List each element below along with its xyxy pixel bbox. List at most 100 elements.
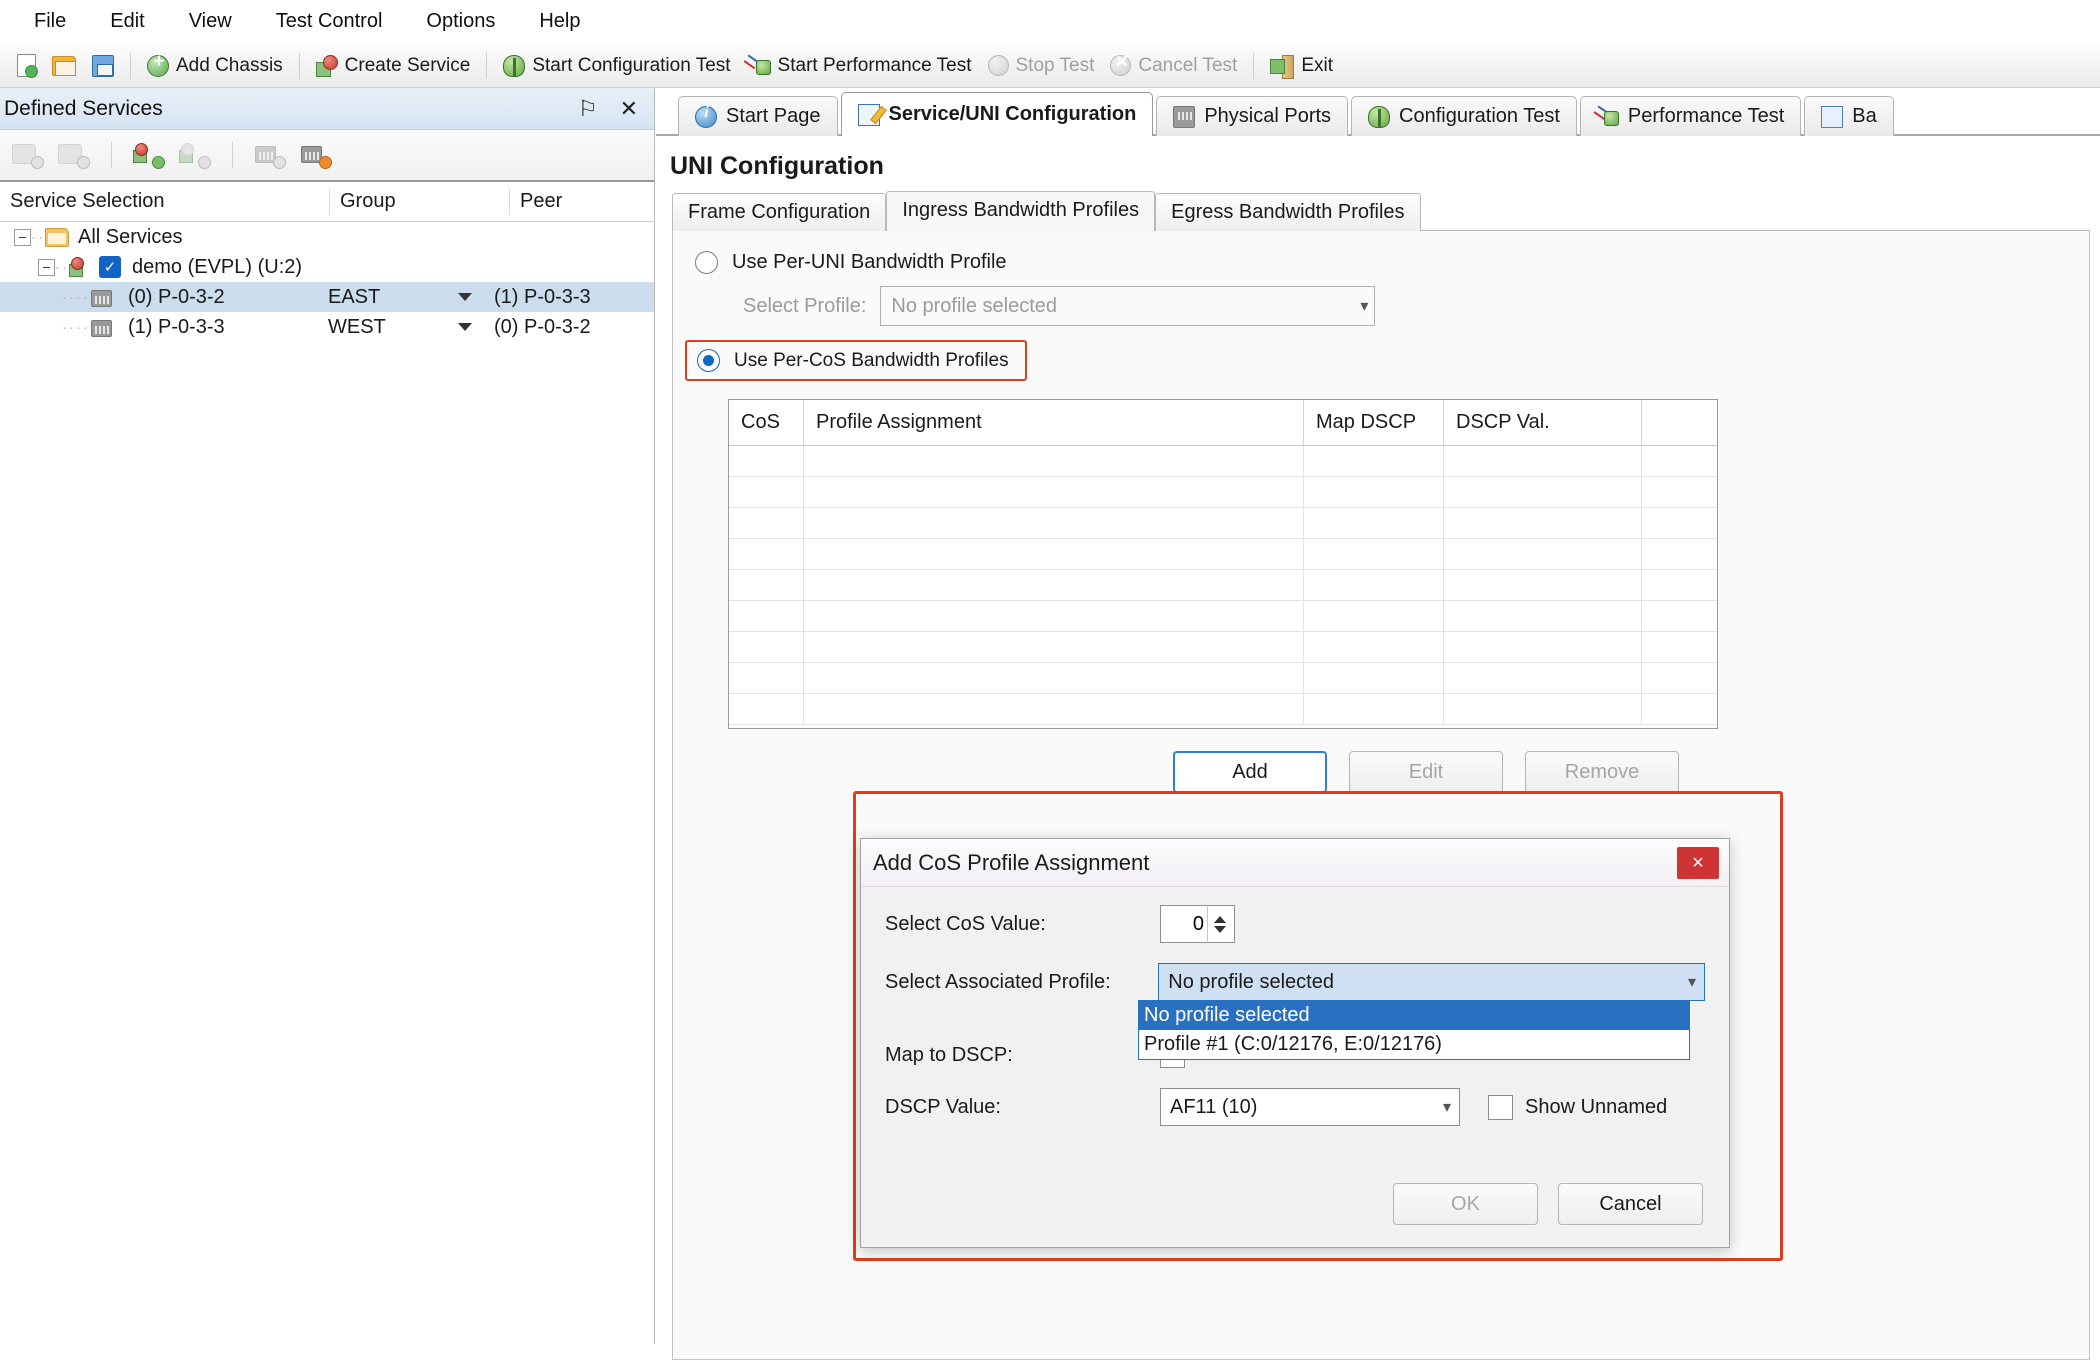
remove-uni-icon[interactable] <box>300 141 332 169</box>
cos-profile-table[interactable]: CoS Profile Assignment Map DSCP DSCP Val… <box>728 399 1718 729</box>
folder-icon <box>45 227 69 247</box>
subtab-egress-bandwidth-profiles[interactable]: Egress Bandwidth Profiles <box>1155 193 1421 231</box>
table-row[interactable] <box>729 508 1717 539</box>
table-row[interactable] <box>729 632 1717 663</box>
cos-table-action-buttons: Add Edit Remove <box>1173 751 2089 793</box>
chevron-down-icon: ▾ <box>1687 974 1696 991</box>
ok-button: OK <box>1393 1183 1538 1225</box>
start-performance-test-icon <box>747 55 771 77</box>
tab-label: Service/UNI Configuration <box>888 103 1137 125</box>
start-performance-test-button[interactable]: Start Performance Test <box>740 52 979 80</box>
create-service-button[interactable]: Create Service <box>309 52 478 80</box>
edit-button: Edit <box>1349 751 1503 793</box>
cancel-button[interactable]: Cancel <box>1558 1183 1703 1225</box>
service-checkbox[interactable]: ✓ <box>99 256 121 278</box>
exit-button[interactable]: Exit <box>1263 52 1340 80</box>
stop-test-label: Stop Test <box>1015 54 1095 76</box>
column-spacer <box>1642 400 1717 445</box>
tree-row[interactable]: − ·· All Services <box>0 222 654 252</box>
stepper-up-icon[interactable] <box>1213 915 1226 923</box>
dscp-value-row: DSCP Value: AF11 (10) ▾ Show Unnamed <box>885 1088 1705 1126</box>
pin-icon[interactable]: ⚐ <box>578 98 598 120</box>
cos-value-label: Select CoS Value: <box>885 912 1046 935</box>
tab-label: Physical Ports <box>1204 105 1332 127</box>
dscp-value-dropdown[interactable]: AF11 (10) ▾ <box>1160 1088 1460 1126</box>
close-icon[interactable]: × <box>1677 847 1719 879</box>
menu-item-view[interactable]: View <box>169 5 252 38</box>
tab-start-page[interactable]: Start Page <box>678 96 838 136</box>
dialog-action-buttons: OK Cancel <box>1393 1183 1703 1225</box>
menu-item-options[interactable]: Options <box>406 5 515 38</box>
tree-row[interactable]: ···· (0) P-0-3-2 EAST (1) P-0-3-3 <box>0 282 654 312</box>
stepper-down-icon[interactable] <box>1213 925 1226 933</box>
close-icon[interactable]: ✕ <box>620 98 638 120</box>
table-row[interactable] <box>729 694 1717 725</box>
table-row[interactable] <box>729 539 1717 570</box>
menu-item-file[interactable]: File <box>14 5 86 38</box>
tree-row[interactable]: − ·· ✓ demo (EVPL) (U:2) <box>0 252 654 282</box>
save-file-button[interactable] <box>85 52 121 80</box>
tab-bandwidth[interactable]: Ba <box>1804 96 1894 136</box>
group-dropdown-icon[interactable] <box>457 293 472 301</box>
per-cos-radio-row[interactable]: Use Per-CoS Bandwidth Profiles <box>673 326 2089 381</box>
tree-item-label: demo (EVPL) (U:2) <box>132 255 303 278</box>
table-row[interactable] <box>729 477 1717 508</box>
associated-profile-dropdown[interactable]: No profile selected ▾ <box>1158 963 1705 1001</box>
menu-item-help[interactable]: Help <box>519 5 600 38</box>
page-icon <box>1821 105 1844 128</box>
start-configuration-test-button[interactable]: Start Configuration Test <box>496 52 737 80</box>
dropdown-option[interactable]: Profile #1 (C:0/12176, E:0/12176) <box>1139 1030 1689 1059</box>
stepper-arrows[interactable] <box>1207 905 1231 943</box>
associated-profile-dropdown-list[interactable]: No profile selected Profile #1 (C:0/1217… <box>1138 1000 1690 1060</box>
tab-performance-test[interactable]: Performance Test <box>1579 96 1802 136</box>
add-button[interactable]: Add <box>1173 751 1327 793</box>
remove-button: Remove <box>1525 751 1679 793</box>
cos-value-stepper[interactable] <box>1160 905 1235 943</box>
add-chassis-button[interactable]: Add Chassis <box>140 51 290 80</box>
open-file-button[interactable] <box>45 53 83 79</box>
chevron-down-icon: ▾ <box>1360 298 1369 315</box>
tab-configuration-test[interactable]: Configuration Test <box>1351 96 1577 136</box>
add-service-icon[interactable] <box>133 141 165 169</box>
per-cos-radio[interactable] <box>697 349 720 372</box>
open-folder-icon <box>52 55 76 76</box>
toolbar-separator <box>130 52 131 79</box>
tree-item-group: WEST <box>327 315 386 338</box>
toolbar-separator <box>1253 52 1255 79</box>
associated-profile-row: Select Associated Profile: No profile se… <box>885 963 1705 1001</box>
show-unnamed-checkbox[interactable] <box>1488 1094 1513 1120</box>
table-row[interactable] <box>729 663 1717 694</box>
show-unnamed-label: Show Unnamed <box>1525 1095 1668 1118</box>
stop-test-button: Stop Test <box>981 52 1102 80</box>
expander-icon[interactable]: − <box>38 258 55 276</box>
menu-item-test-control[interactable]: Test Control <box>256 5 403 38</box>
select-profile-row: Select Profile: No profile selected ▾ <box>673 274 2089 326</box>
subtab-ingress-bandwidth-profiles[interactable]: Ingress Bandwidth Profiles <box>886 191 1156 231</box>
table-row[interactable] <box>729 446 1717 477</box>
group-dropdown-icon[interactable] <box>457 323 472 331</box>
cos-value-input[interactable] <box>1161 911 1207 937</box>
new-document-button[interactable] <box>10 51 43 80</box>
tab-service-uni-configuration[interactable]: Service/UNI Configuration <box>840 92 1154 136</box>
tab-physical-ports[interactable]: Physical Ports <box>1156 96 1349 136</box>
per-uni-radio-row[interactable]: Use Per-UNI Bandwidth Profile <box>673 231 2089 274</box>
service-icon <box>69 255 95 279</box>
select-profile-value: No profile selected <box>891 294 1058 317</box>
toolbar-separator <box>486 52 488 79</box>
table-row[interactable] <box>729 570 1717 601</box>
stop-test-icon <box>987 55 1009 76</box>
chassis-icon <box>90 285 118 309</box>
subtab-frame-configuration[interactable]: Frame Configuration <box>672 193 887 231</box>
cancel-test-icon <box>1110 50 1132 76</box>
tab-label: Configuration Test <box>1399 105 1560 127</box>
performance-icon <box>1597 106 1619 128</box>
per-uni-radio[interactable] <box>695 251 718 274</box>
expander-icon[interactable]: − <box>14 228 31 246</box>
dropdown-option[interactable]: No profile selected <box>1139 1001 1689 1030</box>
tree-item-label: (1) P-0-3-3 <box>127 315 225 338</box>
table-row[interactable] <box>729 601 1717 632</box>
associated-profile-value: No profile selected <box>1168 970 1334 993</box>
tree-row[interactable]: ···· (1) P-0-3-3 WEST (0) P-0-3-2 <box>0 312 654 342</box>
menu-item-edit[interactable]: Edit <box>90 5 164 38</box>
cancel-test-button: Cancel Test <box>1103 50 1244 80</box>
